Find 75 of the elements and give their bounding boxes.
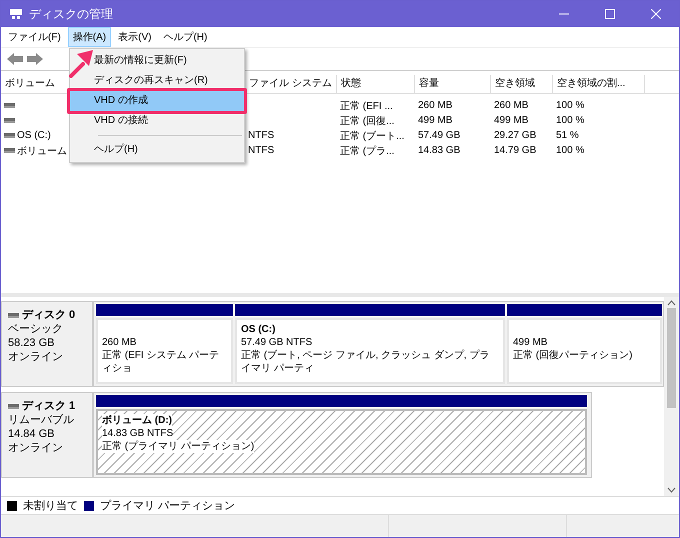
partition-size: 57.49 GB NTFS: [241, 336, 312, 349]
menu-option[interactable]: VHD の作成: [70, 91, 244, 111]
disk-type: リムーバブル: [8, 413, 75, 427]
table-cell: 100 %: [556, 100, 584, 111]
column-header[interactable]: 状態: [337, 75, 415, 93]
scrollbar[interactable]: [664, 297, 679, 496]
table-cell: NTFS: [248, 145, 274, 156]
disk-type: ベーシック: [8, 322, 64, 336]
back-arrow-icon[interactable]: [7, 53, 23, 65]
disk-size: 58.23 GB: [8, 336, 56, 350]
drive-icon: [4, 118, 15, 123]
column-header[interactable]: 空き領域の割...: [553, 75, 645, 93]
partition-label: OS (C:): [241, 323, 276, 336]
legend-label: 未割り当て: [23, 498, 78, 513]
menu-option[interactable]: 最新の情報に更新(F): [70, 51, 244, 71]
menu-item[interactable]: 表示(V): [113, 27, 156, 47]
menu-item[interactable]: ファイル(F): [3, 27, 66, 47]
table-cell-text: 正常 (回復...: [340, 114, 394, 128]
scroll-up-icon[interactable]: [667, 300, 676, 306]
table-cell: 499 MB: [494, 115, 528, 126]
table-cell: 29.27 GB: [494, 130, 536, 141]
partition-label: ボリューム (D:): [102, 414, 172, 427]
menu-option[interactable]: ディスクの再スキャン(R): [70, 71, 244, 91]
disk-management-icon: [9, 8, 23, 20]
disk-name: ディスク 1: [22, 399, 76, 413]
column-header[interactable]: 空き領域: [491, 75, 553, 93]
table-cell-text: ボリューム: [17, 144, 67, 158]
legend-label: プライマリ パーティション: [100, 498, 236, 513]
partition-status: 正常 (プライマリ パーティション): [102, 440, 254, 453]
scroll-down-icon[interactable]: [667, 487, 676, 493]
table-cell: 100 %: [556, 115, 584, 126]
table-cell: 260 MB: [418, 100, 452, 111]
partition-block[interactable]: 260 MB 正常 (EFI システム パーティショ: [96, 318, 233, 384]
disk-size: 14.84 GB: [8, 427, 56, 441]
disk-name: ディスク 0: [22, 308, 76, 322]
partition-status: 正常 (EFI システム パーティショ: [102, 349, 220, 375]
close-icon: [651, 9, 661, 19]
drive-icon: [8, 404, 19, 408]
forward-arrow-icon[interactable]: [27, 53, 43, 65]
table-cell: 51 %: [556, 130, 579, 141]
partition-block[interactable]: OS (C:) 57.49 GB NTFS 正常 (ブート, ページ ファイル, クラッシュ ダンプ, プライマリ パーティ: [235, 318, 505, 384]
table-cell: 14.79 GB: [494, 145, 536, 156]
drive-icon: [4, 133, 15, 138]
maximize-icon: [605, 9, 615, 19]
table-cell: 100 %: [556, 145, 584, 156]
menu-item[interactable]: 操作(A): [68, 27, 112, 47]
partition-status: 正常 (ブート, ページ ファイル, クラッシュ ダンプ, プライマリ パーティ: [241, 349, 490, 375]
column-header[interactable]: 容量: [415, 75, 491, 93]
drive-icon: [4, 103, 15, 108]
menu-option[interactable]: ヘルプ(H): [70, 140, 244, 160]
partition-block[interactable]: 499 MB 正常 (回復パーティション): [507, 318, 662, 384]
disk-info-panel[interactable]: ディスク 0 ベーシック 58.23 GB オンライン: [1, 301, 93, 387]
disk-status: オンライン: [8, 441, 64, 455]
drive-icon: [4, 148, 15, 153]
table-cell-text: 正常 (プラ...: [340, 144, 394, 158]
drive-icon: [8, 312, 19, 318]
partition-size: 260 MB: [102, 336, 136, 349]
table-cell-text: 正常 (EFI ...: [340, 100, 393, 112]
table-cell: 14.83 GB: [418, 145, 460, 156]
table-cell: 57.49 GB: [418, 130, 460, 141]
table-cell: 499 MB: [418, 115, 452, 126]
disk-info-panel[interactable]: ディスク 1 リムーバブル 14.84 GB オンライン: [1, 392, 93, 478]
disk-status: オンライン: [8, 350, 64, 364]
partition-status: 正常 (回復パーティション): [513, 349, 632, 362]
partition-size: 14.83 GB NTFS: [102, 427, 174, 440]
menu-item[interactable]: ヘルプ(H): [158, 27, 212, 47]
partition-size: 499 MB: [513, 336, 548, 349]
menu-option[interactable]: VHD の接続: [70, 111, 244, 131]
window-title: ディスクの管理: [29, 6, 114, 22]
partition-block[interactable]: ボリューム (D:) 14.83 GB NTFS 正常 (プライマリ パーティション): [96, 409, 587, 475]
table-cell: NTFS: [248, 130, 274, 141]
scrollbar-thumb[interactable]: [667, 308, 676, 408]
table-cell: OS (C:): [17, 130, 51, 141]
table-cell: 260 MB: [494, 100, 528, 111]
table-cell-text: 正常 (ブート...: [340, 130, 404, 142]
